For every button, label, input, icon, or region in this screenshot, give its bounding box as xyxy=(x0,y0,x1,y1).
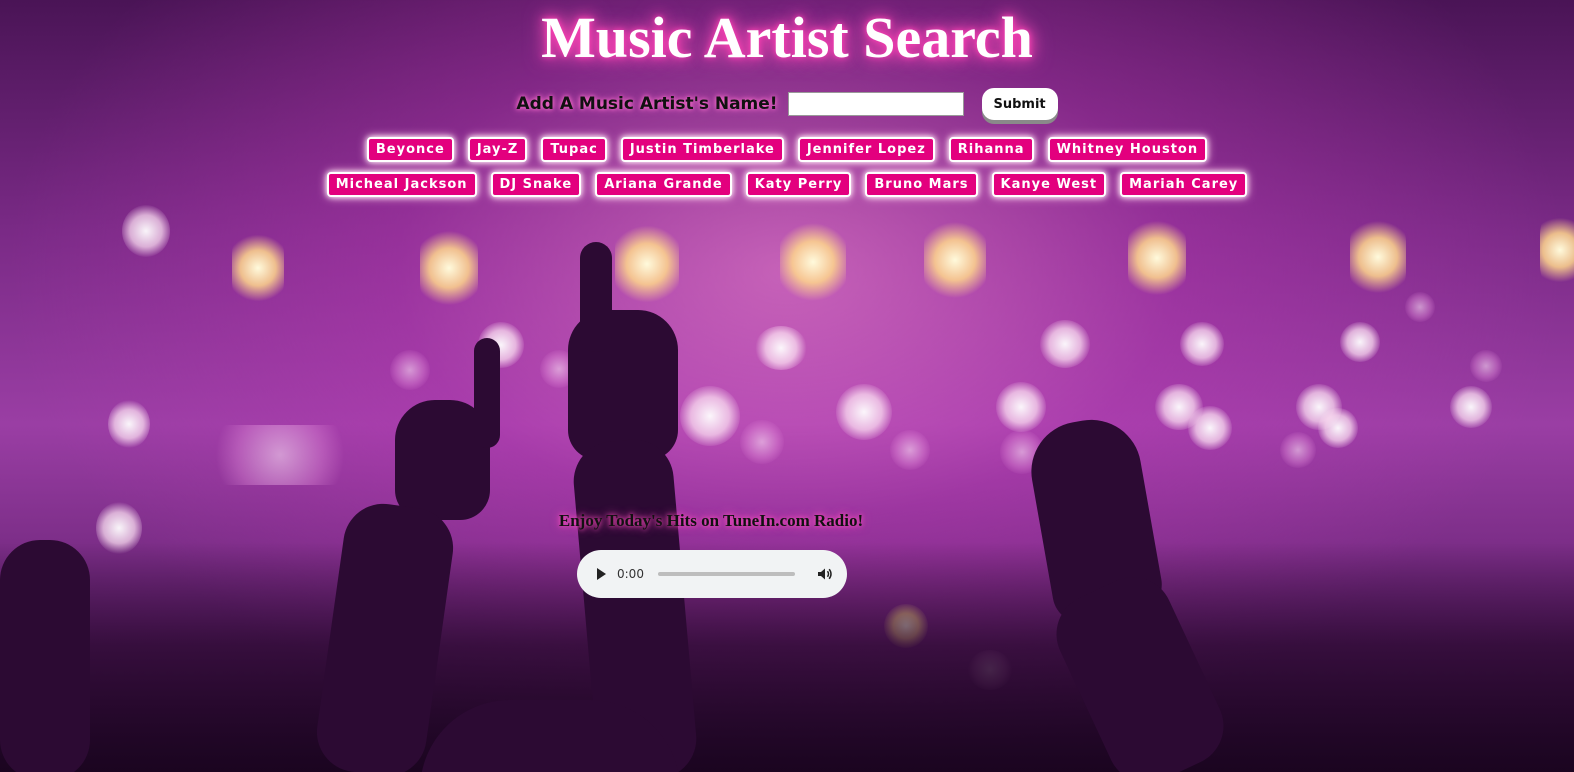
artist-button-rihanna[interactable]: Rihanna xyxy=(948,137,1034,162)
artist-button-katy-perry[interactable]: Katy Perry xyxy=(745,172,852,197)
audio-progress-bar[interactable] xyxy=(657,572,795,576)
artist-button-jay-z[interactable]: Jay-Z xyxy=(467,137,528,162)
artist-name-input[interactable] xyxy=(787,92,964,116)
audio-player: 0:00 xyxy=(577,550,847,598)
volume-icon[interactable] xyxy=(817,566,833,582)
artist-button-ariana-grande[interactable]: Ariana Grande xyxy=(595,172,732,197)
artist-button-mariah-carey[interactable]: Mariah Carey xyxy=(1120,172,1248,197)
search-label: Add A Music Artist's Name! xyxy=(516,94,778,114)
radio-caption: Enjoy Today's Hits on TuneIn.com Radio! xyxy=(558,511,864,530)
artist-button-dj-snake[interactable]: DJ Snake xyxy=(490,172,582,197)
search-form: Add A Music Artist's Name! Submit xyxy=(0,88,1574,120)
artist-buttons-row-2: Micheal Jackson DJ Snake Ariana Grande K… xyxy=(0,172,1574,197)
artist-button-whitney-houston[interactable]: Whitney Houston xyxy=(1047,137,1208,162)
play-icon[interactable] xyxy=(597,568,606,580)
current-time: 0:00 xyxy=(617,567,644,581)
artist-button-kanye-west[interactable]: Kanye West xyxy=(991,172,1107,197)
page-title: Music Artist Search xyxy=(541,5,1033,70)
submit-button[interactable]: Submit xyxy=(981,88,1058,120)
artist-button-micheal-jackson[interactable]: Micheal Jackson xyxy=(326,172,477,197)
artist-buttons-row-1: Beyonce Jay-Z Tupac Justin Timberlake Je… xyxy=(0,137,1574,162)
artist-button-jennifer-lopez[interactable]: Jennifer Lopez xyxy=(797,137,935,162)
artist-button-justin-timberlake[interactable]: Justin Timberlake xyxy=(620,137,784,162)
artist-button-beyonce[interactable]: Beyonce xyxy=(366,137,454,162)
artist-button-bruno-mars[interactable]: Bruno Mars xyxy=(865,172,978,197)
artist-button-tupac[interactable]: Tupac xyxy=(541,137,607,162)
